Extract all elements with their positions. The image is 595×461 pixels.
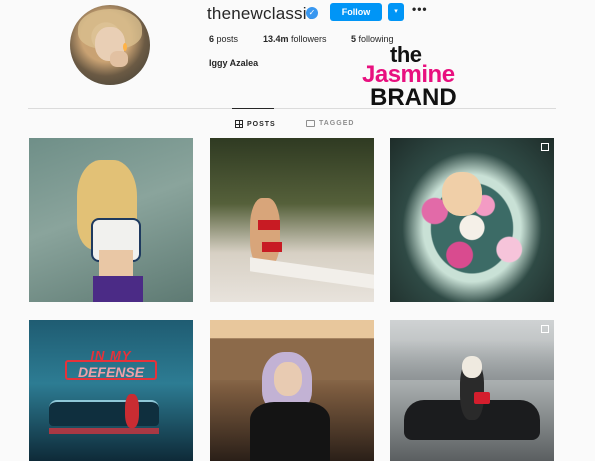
profile-full-name: Iggy Azalea bbox=[209, 58, 259, 68]
posts-label: posts bbox=[216, 34, 239, 44]
post-2-bikini-bottom bbox=[262, 242, 282, 252]
avatar-hand bbox=[110, 51, 128, 67]
tab-tagged-label: TAGGED bbox=[319, 120, 355, 127]
post-tile-3[interactable] bbox=[390, 138, 554, 302]
verified-badge-icon: ✓ bbox=[306, 7, 318, 19]
post-3-face bbox=[442, 172, 482, 216]
more-options-icon[interactable]: ••• bbox=[412, 2, 428, 16]
post-4-car bbox=[49, 400, 159, 426]
following-stat[interactable]: 5 following bbox=[351, 34, 394, 44]
profile-avatar[interactable] bbox=[70, 5, 150, 85]
posts-count: 6 bbox=[209, 34, 215, 44]
post-tile-2[interactable] bbox=[210, 138, 374, 302]
post-2-ledge bbox=[250, 257, 374, 289]
post-5-face bbox=[274, 362, 302, 396]
followers-count: 13.4m bbox=[263, 34, 289, 44]
post-6-bag bbox=[474, 392, 490, 404]
follow-button[interactable]: Follow bbox=[330, 3, 382, 21]
multi-photo-icon bbox=[541, 325, 549, 333]
tag-icon bbox=[306, 120, 315, 127]
post-tile-5[interactable] bbox=[210, 320, 374, 461]
posts-stat: 6 posts bbox=[209, 34, 238, 44]
post-4-figure bbox=[125, 394, 139, 428]
post-5-coat bbox=[250, 402, 330, 461]
avatar-lighter-flame bbox=[123, 43, 127, 51]
active-tab-indicator bbox=[232, 108, 274, 109]
post-1-midriff bbox=[99, 250, 133, 278]
tab-tagged[interactable]: TAGGED bbox=[306, 120, 354, 127]
tab-posts[interactable]: POSTS bbox=[235, 120, 276, 128]
header-divider bbox=[28, 108, 556, 109]
multi-photo-icon bbox=[541, 143, 549, 151]
post-4-overlay-line-2: DEFENSE bbox=[65, 360, 157, 380]
followers-stat[interactable]: 13.4m followers bbox=[263, 34, 327, 44]
profile-header: thenewclassic ✓ Follow ▾ ••• 6 posts 13.… bbox=[0, 0, 595, 111]
post-tile-6[interactable] bbox=[390, 320, 554, 461]
profile-tabs: POSTS TAGGED bbox=[0, 114, 595, 134]
post-tile-1[interactable] bbox=[29, 138, 193, 302]
suggested-accounts-dropdown-button[interactable]: ▾ bbox=[388, 3, 404, 21]
post-4-glow bbox=[49, 428, 159, 434]
post-tile-4[interactable]: IN MY DEFENSE bbox=[29, 320, 193, 461]
following-label: following bbox=[358, 34, 394, 44]
followers-label: followers bbox=[291, 34, 327, 44]
post-1-shorts bbox=[93, 276, 143, 302]
post-2-bikini-top bbox=[258, 220, 280, 230]
tab-posts-label: POSTS bbox=[247, 120, 276, 128]
post-6-hair bbox=[462, 356, 482, 378]
grid-icon bbox=[235, 120, 243, 128]
following-count: 5 bbox=[351, 34, 357, 44]
profile-username: thenewclassic bbox=[207, 4, 316, 23]
